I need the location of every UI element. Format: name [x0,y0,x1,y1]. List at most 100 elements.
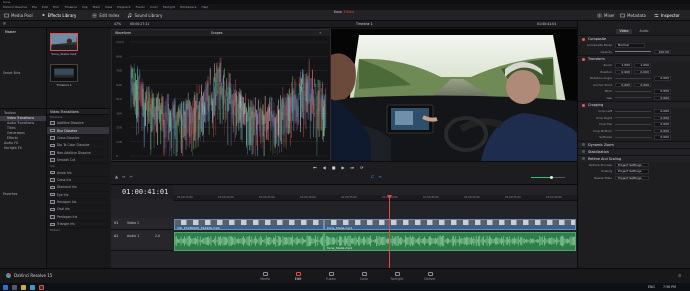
transition-item[interactable]: Smooth Cut [47,157,109,165]
transition-item[interactable]: Cross Iris [47,177,109,185]
property-slider[interactable] [615,110,651,112]
transition-item[interactable]: Hexagon Iris [47,199,109,207]
section-enable-icon[interactable] [582,150,585,153]
clip-thumbnail[interactable] [50,33,78,51]
language-indicator[interactable]: ENG [648,285,655,289]
settings-gear-icon[interactable]: ⚙ [678,273,682,278]
property-field[interactable]: 0.000 [654,76,671,81]
transition-item[interactable]: Oval Iris [47,206,109,214]
tab-audio[interactable]: Audio [635,29,652,34]
opacity-slider[interactable] [615,51,651,53]
transition-item[interactable]: Non-Additive Dissolve [47,150,109,157]
property-x-field[interactable]: 1.000 [615,63,632,68]
toolbox-item-fairlight-fx[interactable]: Fairlight FX [0,146,46,151]
zoom-slider[interactable] [531,175,565,179]
search-icon[interactable] [12,284,17,290]
sound-library-button[interactable]: Sound Library [123,10,166,21]
video-clip-2[interactable]: Kona_Stella.mp4 [324,219,577,230]
timeline-viewer[interactable] [331,29,577,161]
property-field[interactable]: 0.000 [654,122,671,127]
skip-back-icon[interactable]: ⏮ [313,165,317,170]
transition-item[interactable]: Triangle Iris [47,221,109,229]
track-header-audio-1[interactable]: A1 Audio 1 2.0 [111,231,173,251]
loop-icon[interactable]: ⟳ [360,165,363,170]
property-slider[interactable] [615,117,651,119]
list-view-icon[interactable]: ☰ [3,21,6,28]
transition-item[interactable]: Additive Dissolve [47,120,109,128]
section-enable-icon[interactable] [582,143,585,146]
metadata-button[interactable]: Metadata [616,10,650,21]
link-icon[interactable]: ∞ [378,174,381,179]
opacity-field[interactable]: 100.00 [654,49,671,54]
audio-clip-2[interactable]: Kona_Stella.mp4 [324,232,576,251]
page-deliver[interactable]: Deliver [417,270,443,283]
page-media[interactable]: Media [252,270,278,283]
video-clip-1[interactable]: VID_20180906_192426.mp4 [174,219,325,230]
property-field[interactable]: 0.000 [654,115,671,120]
transform-section[interactable]: Transform [578,55,690,62]
browser-icon[interactable] [30,284,35,290]
property-field[interactable]: 0.000 [654,135,671,140]
stabilization-section[interactable]: Stabilization [578,147,690,155]
skip-forward-icon[interactable]: ⏭ [351,165,355,170]
page-fusion[interactable]: Fusion [318,270,344,283]
dynamic-zoom-section[interactable]: Dynamic Zoom [578,140,690,148]
composite-mode-select[interactable]: Normal [615,43,645,48]
property-field[interactable]: 0.000 [654,128,671,133]
close-icon[interactable]: ✕ [319,30,322,36]
transition-item[interactable]: Dip To Color Dissolve [47,142,109,150]
property-slider[interactable] [615,90,651,92]
composite-section[interactable]: Composite [578,35,690,42]
transition-item[interactable]: Cross Dissolve [47,135,109,143]
property-y-field[interactable]: 1.000 [634,63,651,68]
property-select[interactable]: Project Settings [615,169,649,174]
snapping-icon[interactable]: ⊏ [371,174,374,179]
tab-video[interactable]: Video [615,29,633,34]
stop-icon[interactable]: ■ [332,165,336,170]
property-x-field[interactable]: 0.000 [615,69,632,74]
property-y-field[interactable]: 0.000 [634,82,651,87]
property-slider[interactable] [615,123,651,125]
page-edit[interactable]: Edit [285,270,311,283]
zoom-level[interactable]: 47% [114,21,121,28]
property-y-field[interactable]: 0.000 [634,69,651,74]
timeline-name[interactable]: Timeline 1 [356,21,373,28]
transition-item[interactable]: Blur Dissolve [47,127,109,135]
blade-tool-icon[interactable]: ✂ [129,174,132,179]
trim-tool-icon[interactable]: ⇔ [122,174,125,179]
property-field[interactable]: 0.000 [654,109,671,114]
property-slider[interactable] [615,136,651,138]
timeline-thumbnail[interactable] [50,64,78,82]
page-fairlight[interactable]: Fairlight [384,270,410,283]
transition-item[interactable]: Diamond Iris [47,184,109,192]
file-explorer-icon[interactable] [21,284,26,290]
section-enable-icon[interactable] [582,157,585,160]
track-header-video-1[interactable]: V1 Video 1 [111,218,173,230]
timeline-ruler[interactable]: 01:00:15:00 01:00:20:00 01:00:25:00 01:00:3… [173,195,577,201]
property-slider[interactable] [615,97,651,99]
play-reverse-icon[interactable]: ◀ [323,165,326,170]
start-icon[interactable] [3,284,8,290]
resolve-taskbar-icon[interactable] [39,284,44,290]
property-field[interactable]: 0.000 [654,89,671,94]
property-select[interactable]: Project Settings [615,175,649,180]
page-color[interactable]: Color [351,270,377,283]
bin-master[interactable]: Master [0,30,46,35]
scope-mode[interactable]: Waveform [115,30,131,36]
smart-bins-header[interactable]: Smart Bins [0,71,46,76]
transition-item[interactable]: Arrow Iris [47,169,109,177]
favorites-header[interactable]: Favorites [0,192,17,197]
property-field[interactable]: 0.000 [654,95,671,100]
transition-item[interactable]: Eye Iris [47,192,109,199]
retime-section[interactable]: Retime And Scaling [578,154,690,162]
cropping-section[interactable]: Cropping [578,101,690,108]
playhead[interactable] [389,195,390,269]
property-slider[interactable] [615,77,651,79]
section-enable-icon[interactable] [582,37,585,41]
section-enable-icon[interactable] [582,57,585,61]
property-select[interactable]: Project Settings [615,162,649,167]
edit-index-button[interactable]: Edit Index [88,10,123,21]
play-icon[interactable]: ▶ [341,165,344,170]
inspector-button[interactable]: Inspector [650,10,684,21]
property-x-field[interactable]: 0.000 [615,82,632,87]
